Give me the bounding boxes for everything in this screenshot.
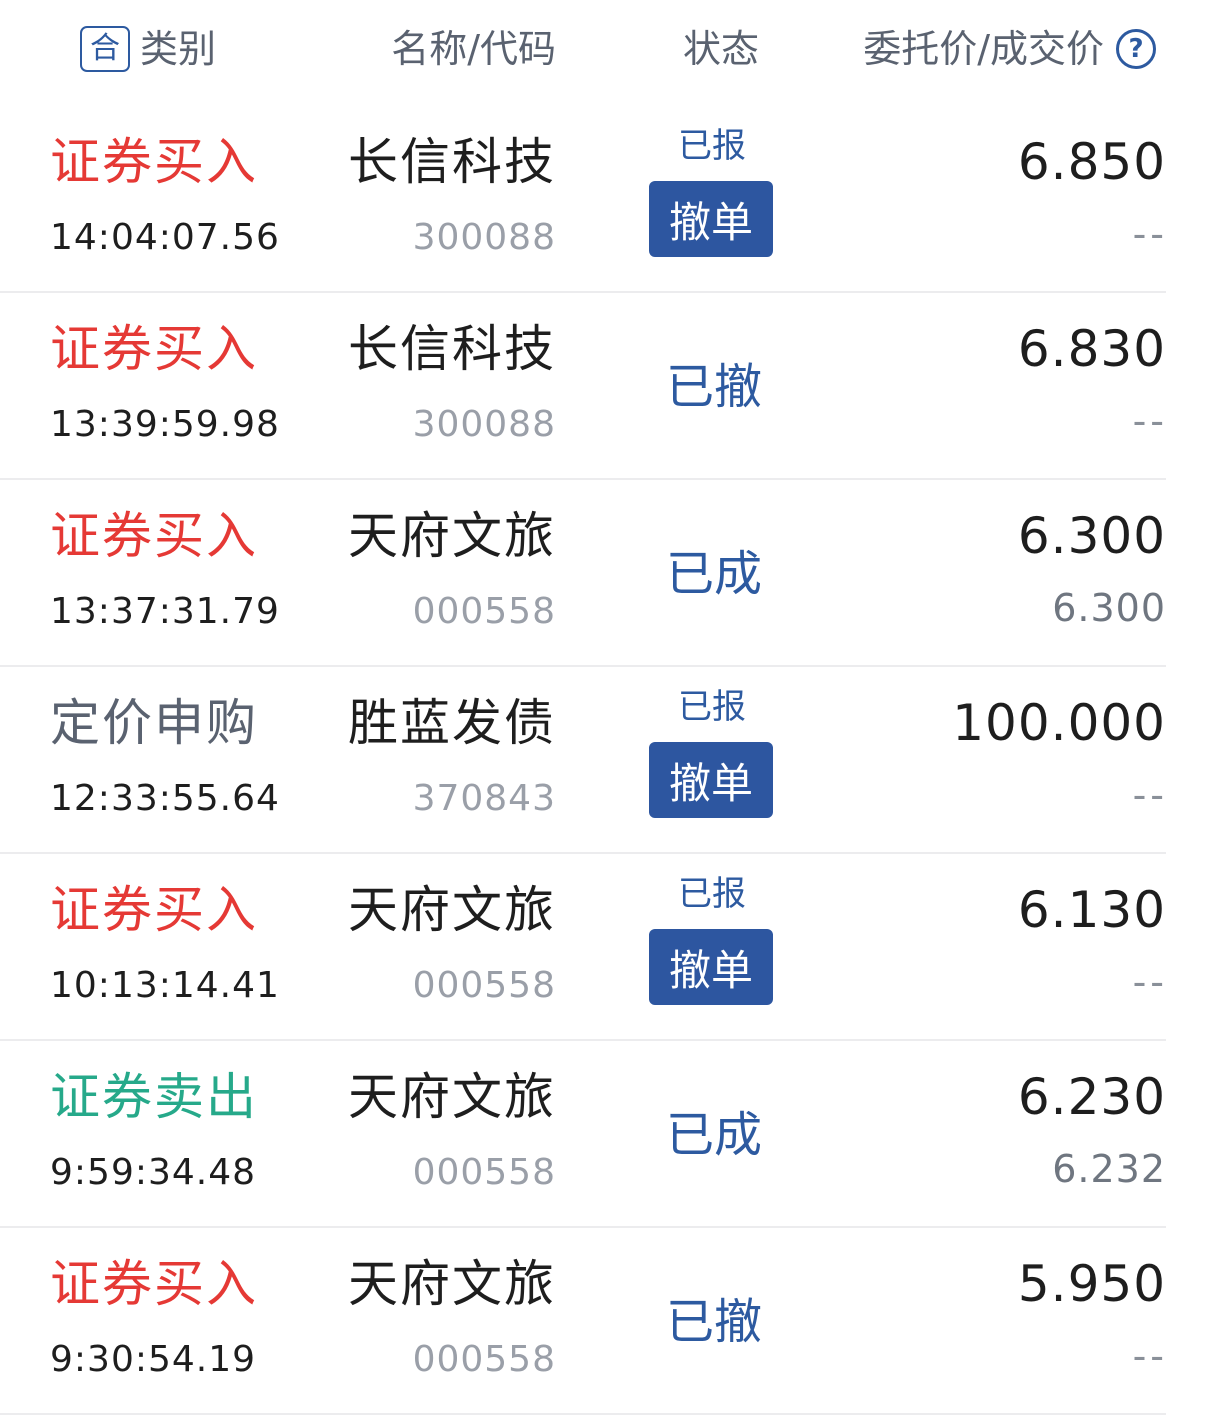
order-row[interactable]: 证券买入 10:13:14.41 天府文旅 000558 已报撤单 6.130 --	[0, 854, 1216, 1041]
order-price: 5.950	[1017, 1255, 1166, 1313]
order-row[interactable]: 定价申购 12:33:55.64 胜蓝发债 370843 已报撤单 100.000 --	[0, 667, 1216, 854]
order-price: 100.000	[952, 694, 1166, 752]
order-type: 证券买入	[50, 1255, 258, 1313]
header-status-label: 状态	[683, 27, 760, 71]
deal-price: --	[1132, 399, 1168, 443]
order-price: 6.130	[1017, 881, 1166, 939]
order-price: 6.230	[1017, 1068, 1166, 1126]
order-type: 证券买入	[50, 881, 258, 939]
order-time: 14:04:07.56	[50, 217, 280, 258]
deal-price: --	[1132, 212, 1168, 256]
deal-price: --	[1132, 960, 1168, 1004]
order-row[interactable]: 证券买入 14:04:07.56 长信科技 300088 已报撤单 6.850 --	[0, 106, 1216, 293]
order-status: 已成	[666, 546, 763, 602]
order-status: 已报	[678, 687, 746, 727]
order-type: 证券买入	[50, 133, 258, 191]
stock-code: 000558	[412, 965, 556, 1006]
help-icon[interactable]: ?	[1116, 29, 1156, 69]
header-price-label: 委托价/成交价	[863, 27, 1104, 71]
stock-name: 天府文旅	[348, 1255, 556, 1313]
order-price: 6.850	[1017, 133, 1166, 191]
deal-price: 6.232	[1052, 1147, 1166, 1191]
order-row[interactable]: 证券卖出 9:59:34.48 天府文旅 000558 已成 6.230 6.232	[0, 1041, 1216, 1228]
order-status: 已撤	[666, 1294, 763, 1350]
order-status: 已报	[678, 126, 746, 166]
order-row[interactable]: 证券买入 13:37:31.79 天府文旅 000558 已成 6.300 6.300	[0, 480, 1216, 667]
order-time: 12:33:55.64	[50, 778, 280, 819]
row-divider	[0, 1413, 1166, 1415]
stock-code: 000558	[412, 1152, 556, 1193]
stock-code: 300088	[412, 217, 556, 258]
order-row[interactable]: 证券买入 9:30:54.19 天府文旅 000558 已撤 5.950 --	[0, 1228, 1216, 1415]
stock-name: 长信科技	[348, 133, 556, 191]
order-time: 13:37:31.79	[50, 591, 280, 632]
cancel-order-button[interactable]: 撤单	[649, 742, 773, 818]
stock-code: 000558	[412, 1339, 556, 1380]
deal-price: --	[1132, 773, 1168, 817]
header-price-column: 委托价/成交价 ?	[863, 26, 1156, 72]
order-type: 定价申购	[50, 694, 258, 752]
header-type-column[interactable]: 合 类别	[80, 26, 216, 72]
cancel-order-button[interactable]: 撤单	[649, 929, 773, 1005]
stock-name: 天府文旅	[348, 881, 556, 939]
order-type: 证券买入	[50, 320, 258, 378]
stock-code: 370843	[412, 778, 556, 819]
order-list-header: 合 类别 名称/代码 状态 委托价/成交价 ?	[0, 0, 1216, 100]
order-row[interactable]: 证券买入 13:39:59.98 长信科技 300088 已撤 6.830 --	[0, 293, 1216, 480]
header-name-label: 名称/代码	[391, 27, 556, 71]
stock-name: 胜蓝发债	[348, 694, 556, 752]
order-type: 证券买入	[50, 507, 258, 565]
order-status: 已报	[678, 874, 746, 914]
stock-code: 300088	[412, 404, 556, 445]
order-time: 9:59:34.48	[50, 1152, 257, 1193]
merge-icon[interactable]: 合	[80, 26, 130, 72]
header-type-label: 类别	[140, 27, 217, 71]
cancel-order-button[interactable]: 撤单	[649, 181, 773, 257]
order-time: 13:39:59.98	[50, 404, 280, 445]
stock-name: 天府文旅	[348, 507, 556, 565]
order-price: 6.830	[1017, 320, 1166, 378]
order-price: 6.300	[1017, 507, 1166, 565]
order-status: 已撤	[666, 359, 763, 415]
order-time: 9:30:54.19	[50, 1339, 257, 1380]
order-time: 10:13:14.41	[50, 965, 280, 1006]
deal-price: 6.300	[1052, 586, 1166, 630]
deal-price: --	[1132, 1334, 1168, 1378]
stock-code: 000558	[412, 591, 556, 632]
stock-name: 天府文旅	[348, 1068, 556, 1126]
order-type: 证券卖出	[50, 1068, 258, 1126]
order-status: 已成	[666, 1107, 763, 1163]
stock-name: 长信科技	[348, 320, 556, 378]
